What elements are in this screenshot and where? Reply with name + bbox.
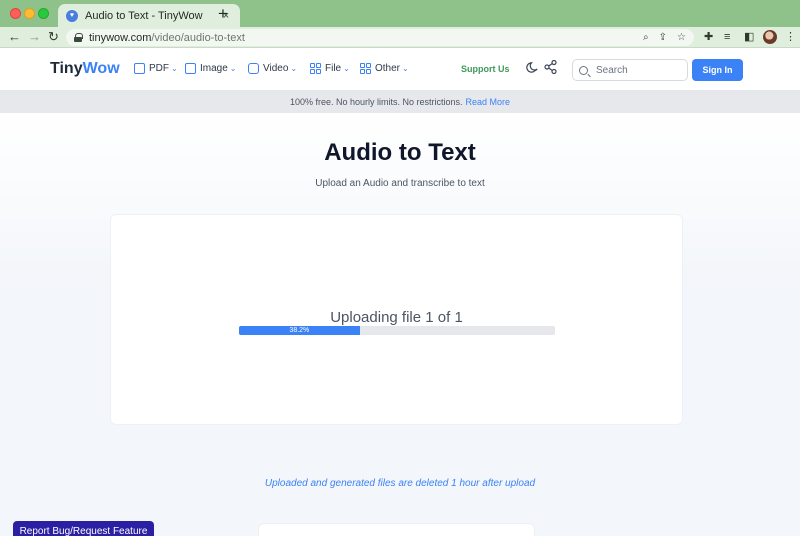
video-camera-icon (248, 63, 259, 74)
extensions-puzzle-icon[interactable]: ✚ (704, 30, 713, 44)
search-field[interactable] (572, 59, 688, 81)
zoom-icon[interactable]: ⌕ (643, 32, 649, 43)
share-page-icon[interactable]: ⇪ (659, 32, 667, 43)
upload-status: Uploading file 1 of 1 (330, 309, 463, 326)
logo-main: Tiny (50, 60, 83, 77)
report-bug-button[interactable]: Report Bug/Request Feature (13, 521, 154, 536)
browser-tab-active[interactable]: ♥ Audio to Text - TinyWow × (58, 4, 240, 27)
pdf-icon (134, 63, 145, 74)
tinywow-logo[interactable]: TinyWow (50, 60, 120, 78)
maximize-window-button[interactable] (38, 8, 49, 19)
menu-video[interactable]: Video ⌄ (248, 63, 297, 74)
chevron-down-icon: ⌄ (229, 64, 237, 73)
page-title: Audio to Text (324, 139, 476, 166)
tinywow-favicon-icon: ♥ (66, 9, 78, 22)
address-bar[interactable]: tinywow.com/video/audio-to-text ⌕ ⇪ ☆ (66, 29, 694, 46)
reading-list-icon[interactable]: ≡ (724, 30, 730, 44)
browser-toolbar: ← → ↻ tinywow.com/video/audio-to-text ⌕ … (0, 27, 800, 48)
sign-in-button[interactable]: Sign In (692, 59, 743, 81)
bookmark-star-icon[interactable]: ☆ (677, 32, 686, 43)
menu-pdf-label: PDF (149, 63, 169, 74)
menu-image[interactable]: Image ⌄ (185, 63, 237, 74)
minimize-window-button[interactable] (24, 8, 35, 19)
menu-video-label: Video (263, 63, 289, 74)
read-more-link[interactable]: Read More (466, 97, 511, 107)
new-tab-button[interactable]: + (218, 5, 228, 22)
lock-icon (74, 33, 83, 42)
promo-banner: 100% free. No hourly limits. No restrict… (0, 91, 800, 113)
upload-progress-bar: 38.2% (239, 326, 555, 335)
deletion-notice: Uploaded and generated files are deleted… (264, 478, 536, 489)
url-host: tinywow.com (89, 31, 152, 44)
upload-card: Uploading file 1 of 1 38.2% (110, 214, 683, 425)
forward-button[interactable]: → (28, 29, 41, 45)
back-button[interactable]: ← (8, 29, 21, 45)
share-icon[interactable] (544, 60, 557, 74)
menu-other-label: Other (375, 63, 401, 74)
site-header: TinyWow PDF ⌄ Image ⌄ Video ⌄ File ⌄ Oth… (0, 48, 800, 91)
side-panel-icon[interactable]: ◧ (744, 30, 754, 44)
chevron-down-icon: ⌄ (290, 64, 298, 73)
tab-title: Audio to Text - TinyWow (85, 9, 203, 22)
menu-image-label: Image (200, 63, 228, 74)
profile-avatar[interactable] (763, 30, 777, 44)
progress-label: 38.2% (289, 327, 310, 334)
banner-text: 100% free. No hourly limits. No restrict… (289, 97, 463, 107)
menu-other[interactable]: Other ⌄ (360, 63, 409, 74)
chevron-down-icon: ⌄ (402, 64, 409, 73)
menu-pdf[interactable]: PDF ⌄ (134, 63, 178, 74)
reload-button[interactable]: ↻ (48, 29, 59, 45)
search-input[interactable] (596, 64, 676, 76)
menu-file-label: File (325, 63, 342, 74)
browser-menu-icon[interactable]: ⋮ (785, 30, 796, 44)
menu-file[interactable]: File ⌄ (310, 63, 350, 74)
other-grid-icon (360, 63, 371, 74)
browser-tabbar: ♥ Audio to Text - TinyWow × + (0, 0, 800, 27)
image-icon (185, 63, 196, 74)
main-content: Audio to Text Upload an Audio and transc… (0, 113, 800, 536)
chevron-down-icon: ⌄ (171, 64, 178, 73)
bottom-card-partial (258, 523, 535, 536)
dark-mode-moon-icon[interactable] (526, 61, 539, 74)
url-text[interactable]: tinywow.com/video/audio-to-text (89, 32, 633, 44)
search-icon (579, 65, 588, 75)
support-us-link[interactable]: Support Us (461, 64, 510, 74)
file-grid-icon (310, 63, 321, 74)
chevron-down-icon: ⌄ (343, 64, 350, 73)
page-subtitle: Upload an Audio and transcribe to text (315, 178, 485, 189)
url-path: /video/audio-to-text (151, 31, 245, 44)
close-window-button[interactable] (10, 8, 21, 19)
logo-accent: Wow (82, 60, 120, 77)
